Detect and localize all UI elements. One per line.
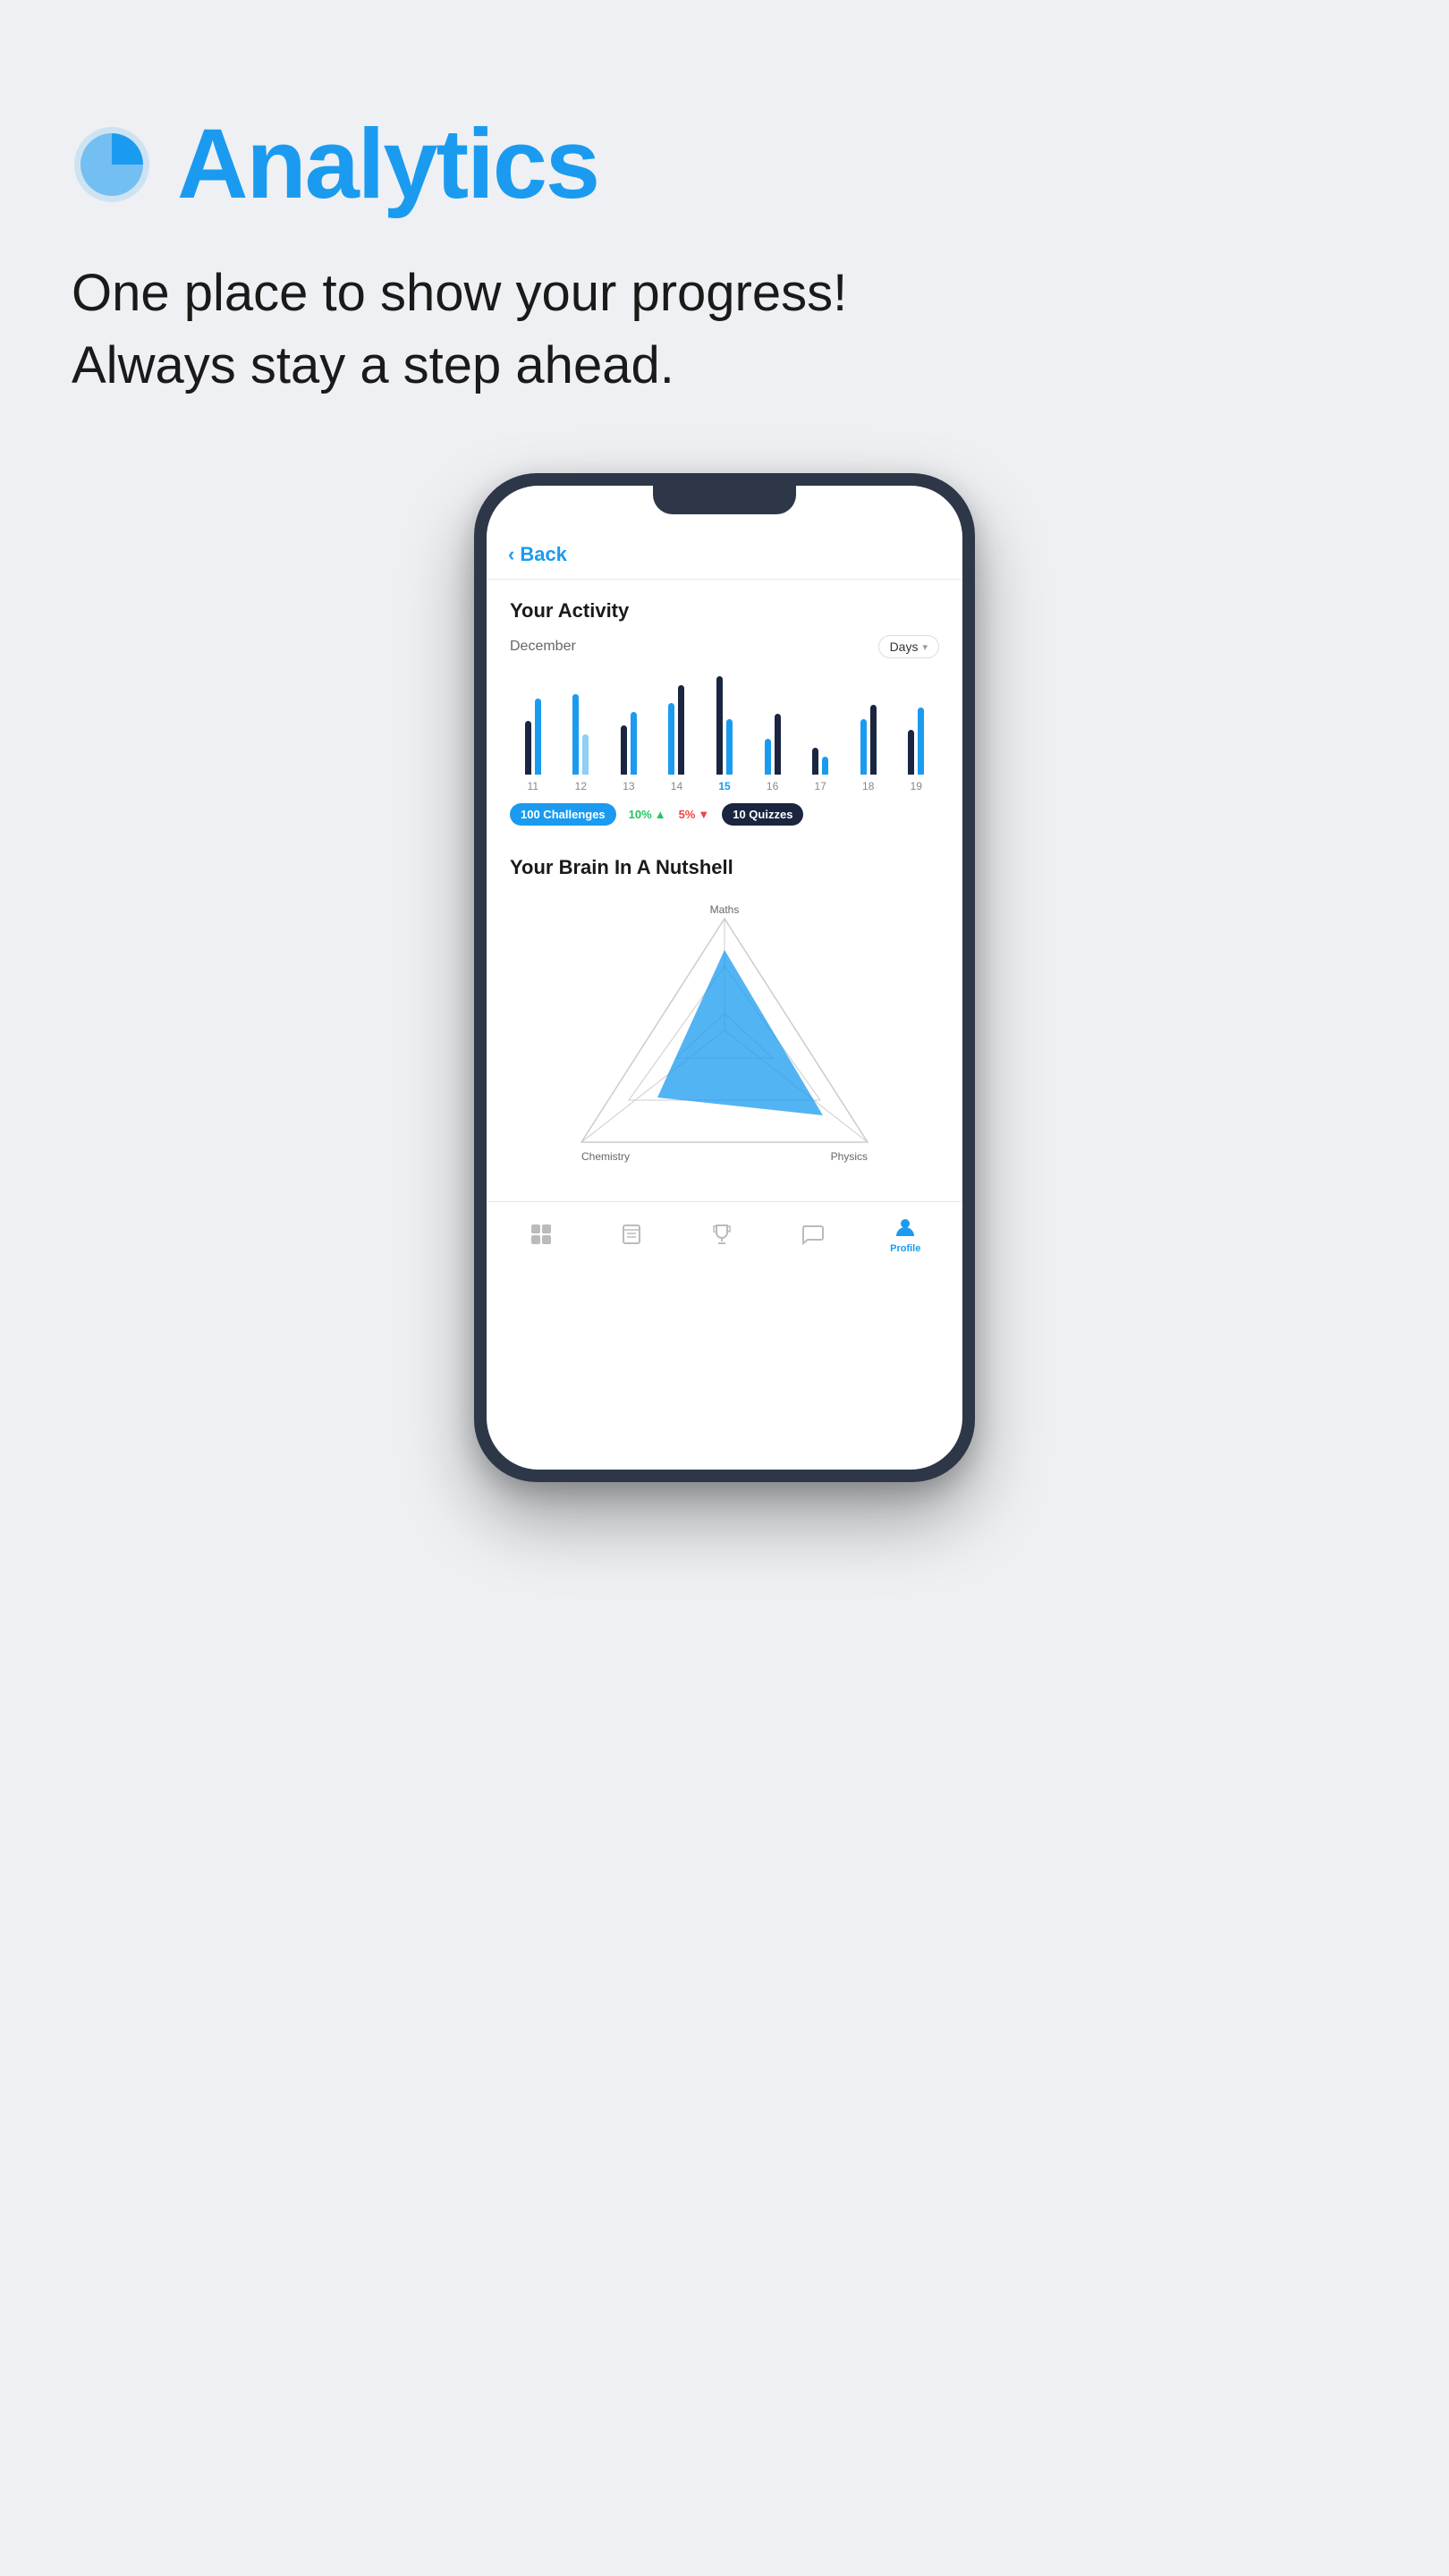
- nav-home[interactable]: [529, 1222, 554, 1247]
- bar-17: 17: [801, 672, 840, 792]
- bar-blue: [726, 719, 733, 775]
- bar-16: 16: [753, 672, 792, 792]
- brain-title: Your Brain In A Nutshell: [510, 856, 939, 879]
- page-header: Analytics: [72, 107, 598, 221]
- bar-label-15: 15: [718, 780, 730, 792]
- bar-label-17: 17: [814, 780, 826, 792]
- back-label: Back: [520, 543, 567, 566]
- phone-notch: [653, 486, 796, 514]
- nav-learn[interactable]: [619, 1222, 644, 1247]
- bar-label-13: 13: [623, 780, 634, 792]
- activity-bar-chart: 11 12: [510, 676, 939, 792]
- activity-section: Your Activity December Days ▾: [487, 580, 962, 840]
- bar-dark: [775, 714, 781, 775]
- trophy-icon: [709, 1222, 734, 1247]
- chat-icon: [800, 1222, 825, 1247]
- bar-blue: [668, 703, 674, 775]
- brain-section: Your Brain In A Nutshell: [487, 840, 962, 1192]
- challenges-badge: 100 Challenges: [510, 803, 616, 826]
- bar-label-19: 19: [911, 780, 922, 792]
- bar-blue: [765, 739, 771, 775]
- bar-blue: [860, 719, 867, 775]
- svg-text:Chemistry: Chemistry: [581, 1150, 630, 1163]
- bar-dark: [621, 725, 627, 775]
- month-label: December: [510, 639, 576, 655]
- arrow-up-icon: ▲: [655, 808, 666, 821]
- page-title: Analytics: [177, 107, 598, 221]
- dropdown-arrow-icon: ▾: [922, 641, 928, 653]
- bar-blue: [918, 708, 924, 775]
- bar-12: 12: [562, 672, 601, 792]
- profile-icon: [893, 1215, 918, 1240]
- nav-trophy[interactable]: [709, 1222, 734, 1247]
- bar-blue: [822, 757, 828, 775]
- stats-row: 100 Challenges 10% ▲ 5% ▼ 10 Quizzes: [510, 803, 939, 826]
- arrow-down-icon: ▼: [698, 808, 709, 821]
- bar-dark: [870, 705, 877, 775]
- bar-14: 14: [657, 672, 697, 792]
- bar-label-14: 14: [671, 780, 682, 792]
- phone-outer: ‹ Back Your Activity December Days ▾: [474, 473, 975, 1482]
- radar-chart: Maths Chemistry Physics: [510, 892, 939, 1178]
- bar-dark: [525, 721, 531, 775]
- bar-dark: [812, 748, 818, 775]
- green-stat: 10% ▲: [629, 808, 666, 821]
- bar-label-11: 11: [528, 780, 538, 792]
- bar-blue: [535, 699, 541, 775]
- quizzes-badge: 10 Quizzes: [722, 803, 803, 826]
- bar-blue: [572, 694, 579, 775]
- bar-13: 13: [609, 672, 648, 792]
- back-chevron-icon: ‹: [508, 543, 514, 566]
- bar-label-12: 12: [575, 780, 587, 792]
- bar-blue: [631, 712, 637, 775]
- nav-profile[interactable]: Profile: [890, 1215, 920, 1254]
- page-subtitle: One place to show your progress! Always …: [72, 257, 847, 402]
- red-stat: 5% ▼: [679, 808, 710, 821]
- bar-dark: [716, 676, 723, 775]
- bar-15: 15: [705, 672, 744, 792]
- phone-mockup: ‹ Back Your Activity December Days ▾: [72, 473, 1377, 1482]
- bottom-nav: Profile: [487, 1201, 962, 1275]
- bar-dark: [908, 730, 914, 775]
- bar-dark: [678, 685, 684, 775]
- activity-title: Your Activity: [510, 599, 939, 623]
- activity-header: December Days ▾: [510, 635, 939, 658]
- book-icon: [619, 1222, 644, 1247]
- analytics-icon: [72, 124, 152, 205]
- period-label: Days: [890, 640, 919, 654]
- bar-11: 11: [513, 672, 553, 792]
- grid-icon: [529, 1222, 554, 1247]
- bar-18: 18: [849, 672, 888, 792]
- svg-text:Maths: Maths: [710, 903, 740, 916]
- bar-label-16: 16: [767, 780, 778, 792]
- period-dropdown[interactable]: Days ▾: [878, 635, 939, 658]
- radar-svg: Maths Chemistry Physics: [572, 901, 877, 1169]
- back-button[interactable]: ‹ Back: [487, 530, 962, 575]
- bar-light: [582, 734, 589, 775]
- profile-nav-label: Profile: [890, 1243, 920, 1254]
- bar-19: 19: [897, 672, 936, 792]
- nav-chat[interactable]: [800, 1222, 825, 1247]
- bar-label-18: 18: [862, 780, 874, 792]
- phone-screen: ‹ Back Your Activity December Days ▾: [487, 486, 962, 1470]
- svg-text:Physics: Physics: [831, 1150, 868, 1163]
